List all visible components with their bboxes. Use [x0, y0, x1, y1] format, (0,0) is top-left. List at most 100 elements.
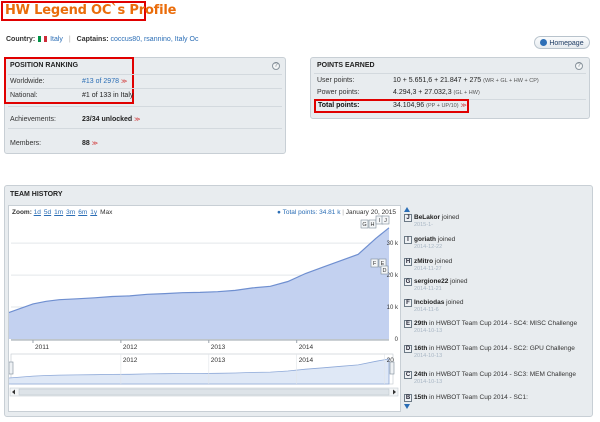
event-flag-icon: G	[404, 278, 412, 286]
total-points-area	[9, 227, 389, 339]
italy-flag-icon	[38, 36, 48, 42]
help-icon[interactable]: ?	[575, 62, 583, 70]
event-text: in HWBOT Team Cup 2014 - SC4: MISC Chall…	[427, 320, 578, 327]
event-flag-icon: H	[404, 258, 412, 266]
event-date: 2014-12-22	[414, 244, 443, 250]
power-points-sum: 4.294,3 + 27.032,3	[393, 89, 452, 96]
navigator-right-handle[interactable]	[389, 361, 395, 375]
event-date: 2015-1-	[414, 222, 433, 228]
event-flag-icon: E	[404, 320, 412, 328]
country-link[interactable]: Italy	[50, 36, 63, 43]
event-name: 24th	[414, 371, 428, 378]
team-event-item[interactable]: C 24th in HWBOT Team Cup 2014 - SC3: MEM …	[404, 371, 588, 386]
chart-flag-letter: H	[371, 222, 375, 228]
total-points-value: 34.104,96 (PP + UP/10) ≫	[393, 102, 467, 109]
power-points-note: (GL + HW)	[453, 90, 480, 96]
points-earned-heading: POINTS EARNED	[317, 62, 375, 69]
event-name: 16th	[414, 345, 428, 352]
divider	[8, 128, 282, 129]
achievements-count: 23/34 unlocked	[82, 116, 133, 123]
event-flag-icon: C	[404, 371, 412, 379]
captains-links[interactable]: coccus80, rsannino, Italy Oc	[111, 36, 199, 43]
chart-area: Zoom: 1d 5d 1m 3m 6m 1y Max ● Total points: 34…	[8, 205, 401, 412]
y-tick-label: 30 k	[387, 241, 399, 247]
national-value: #1 of 133 in Italy	[82, 92, 134, 99]
event-flag-icon: I	[404, 236, 412, 244]
chart-flag-letter: J	[384, 218, 387, 224]
user-points-note: (WR + GL + HW + CP)	[483, 78, 539, 84]
event-flag-icon: J	[404, 214, 412, 222]
total-points-chart[interactable]: 2011 2012 2013 2014010 k20 k30 kG HI JF ED2012…	[9, 206, 400, 411]
scroll-up-icon[interactable]	[404, 207, 410, 212]
x-tick-label: 2012	[123, 344, 138, 351]
user-points-sum: 10 + 5.651,6 + 21.847 + 275	[393, 77, 482, 84]
event-text: joined	[444, 299, 464, 306]
chart-scrollbar-thumb[interactable]	[18, 388, 390, 396]
y-tick-label: 0	[395, 337, 399, 343]
scroll-down-icon[interactable]	[404, 404, 410, 409]
x-tick-label: 2011	[35, 344, 49, 351]
team-event-item[interactable]: HzMitro joined 2014-11-27	[404, 258, 588, 273]
team-event-item[interactable]: D 16th in HWBOT Team Cup 2014 - SC2: GPU …	[404, 345, 588, 360]
team-event-item[interactable]: J BeLakor joined 2015-1-	[404, 214, 588, 229]
x-tick-label: 2013	[211, 344, 226, 351]
homepage-button[interactable]: Homepage	[534, 36, 590, 49]
national-label: National:	[10, 92, 38, 99]
team-history-heading: TEAM HISTORY	[10, 191, 63, 198]
total-points-sum: 34.104,96	[393, 102, 425, 109]
total-points-note: (PP + UP/10)	[426, 103, 459, 109]
team-event-item[interactable]: Igoriath joined 2014-12-22	[404, 236, 588, 251]
navigator-left-handle[interactable]	[9, 361, 14, 375]
team-event-item[interactable]: E 29th in HWBOT Team Cup 2014 - SC4: MISC…	[404, 320, 588, 335]
chart-flag-letter: G	[362, 222, 366, 228]
team-event-item[interactable]: B 15th in HWBOT Team Cup 2014 - SC1:	[404, 394, 588, 402]
globe-icon	[540, 38, 548, 46]
y-tick-label: 10 k	[387, 305, 399, 311]
team-event-item[interactable]: Gsergione22 joined 2014-11-21	[404, 278, 588, 293]
y-tick-label: 20 k	[387, 273, 399, 279]
hwbot-mark-icon[interactable]: ≫	[461, 103, 467, 109]
event-flag-icon: B	[404, 394, 412, 402]
user-points-label: User points:	[317, 77, 355, 84]
team-event-item[interactable]: F Incbiodas joined 2014-11-6	[404, 299, 588, 314]
event-text: joined	[448, 278, 468, 285]
event-date: 2014-11-21	[414, 286, 442, 292]
event-text: joined	[436, 236, 456, 243]
event-text: in HWBOT Team Cup 2014 - SC3: MEM Challe…	[427, 371, 576, 378]
members-label: Members:	[10, 140, 42, 147]
event-name: goriath	[414, 236, 437, 243]
event-text: joined	[440, 214, 460, 221]
navigator-year-label: 2014	[299, 357, 314, 364]
worldwide-value: #13 of 2978 ≫	[82, 78, 127, 85]
help-icon[interactable]: ?	[272, 62, 280, 70]
divider	[8, 74, 282, 75]
event-name: zMitro	[414, 258, 434, 265]
event-name: BeLakor	[414, 214, 441, 221]
page-title: HW Legend OC`s Profile	[5, 3, 177, 18]
hwbot-mark-icon[interactable]: ≫	[134, 117, 140, 123]
event-flag-icon: D	[404, 345, 412, 353]
event-name: 15th	[414, 394, 428, 401]
x-tick-label: 2014	[299, 344, 314, 351]
members-value: 88 ≫	[82, 140, 98, 147]
hwbot-mark-icon[interactable]: ≫	[121, 79, 127, 85]
country-label: Country:	[6, 36, 36, 43]
divider	[314, 73, 586, 74]
event-text: in HWBOT Team Cup 2014 - SC2: GPU Challe…	[427, 345, 575, 352]
event-date: 2014-11-6	[414, 307, 439, 313]
worldwide-rank-link[interactable]: #13 of 2978	[82, 78, 119, 85]
navigator-year-label: 2012	[123, 357, 138, 364]
divider	[8, 88, 282, 89]
total-points-label: Total points:	[318, 102, 360, 109]
hwbot-mark-icon[interactable]: ≫	[92, 141, 98, 147]
achievements-label: Achievements:	[10, 116, 56, 123]
event-date: 2014-10-13	[414, 353, 443, 359]
user-points-value: 10 + 5.651,6 + 21.847 + 275 (WR + GL + H…	[393, 77, 539, 84]
divider	[8, 106, 282, 107]
homepage-label: Homepage	[549, 39, 584, 47]
event-name: sergione22	[414, 278, 449, 285]
members-count: 88	[82, 140, 90, 147]
power-points-label: Power points:	[317, 89, 360, 96]
event-text: joined	[433, 258, 453, 265]
event-date: 2014-11-27	[414, 266, 442, 272]
